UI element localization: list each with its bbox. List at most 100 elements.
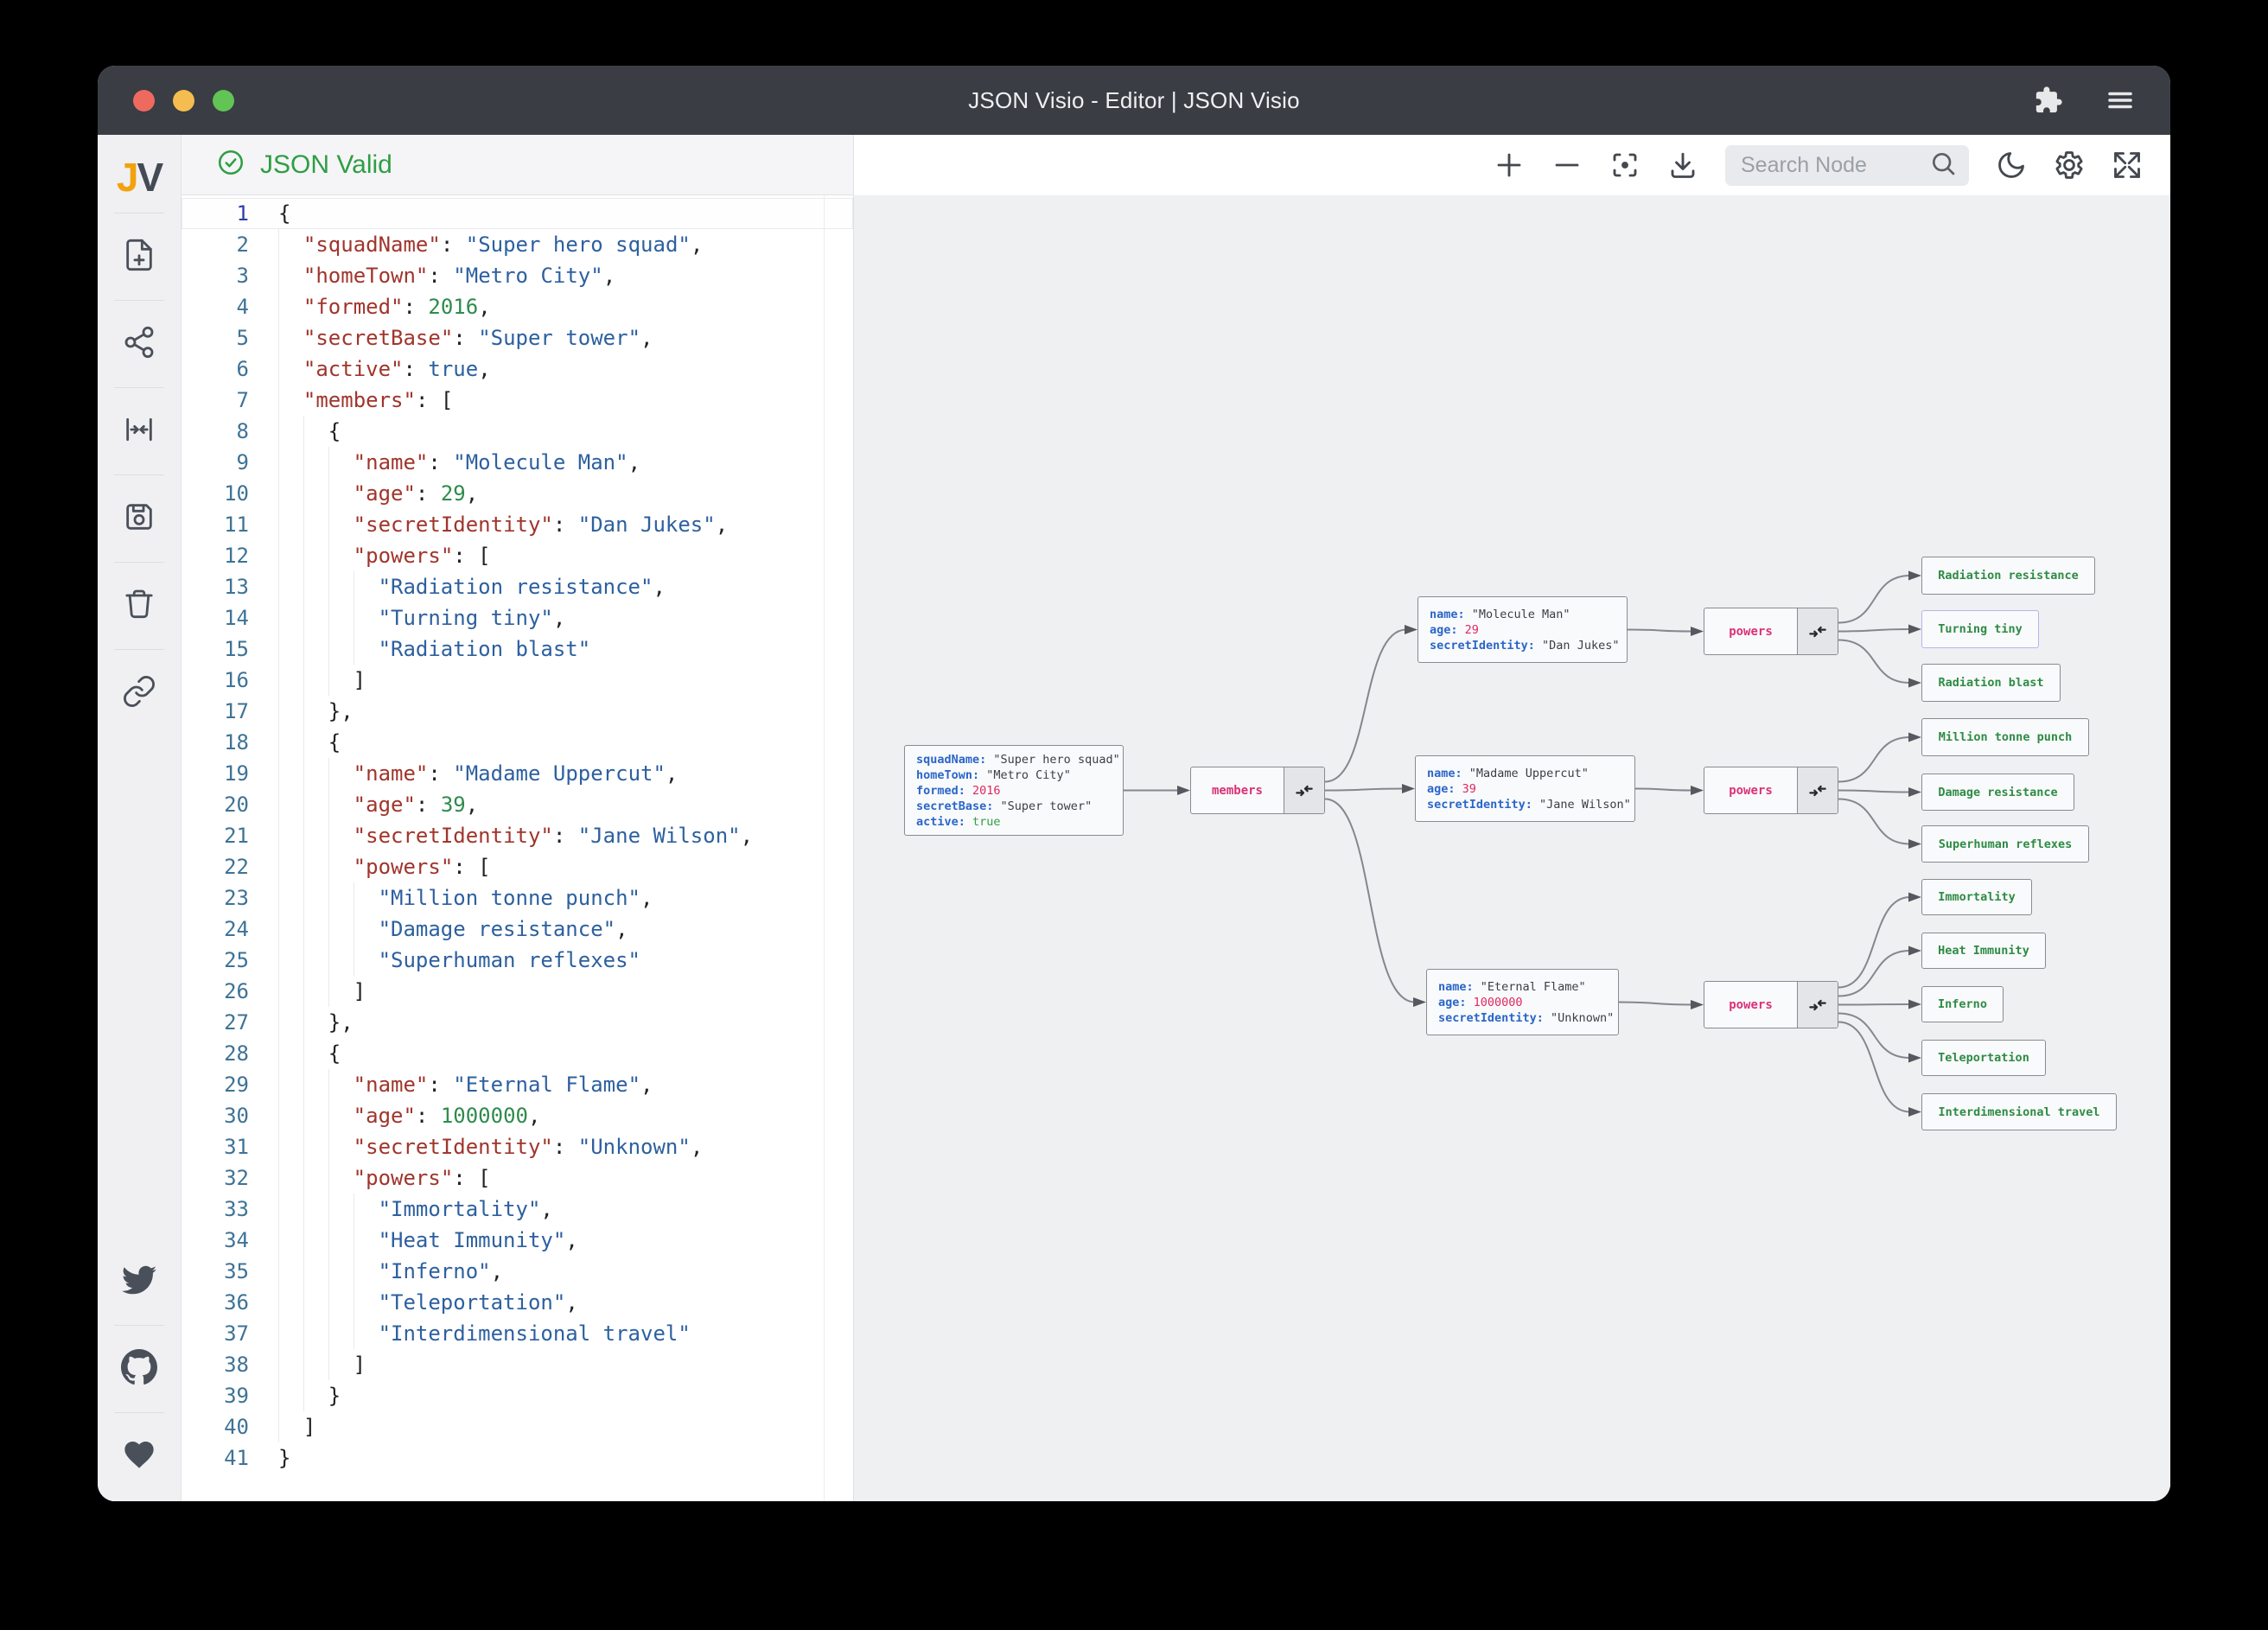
indent-guide [328,1225,354,1256]
graph-canvas[interactable]: squadName: "Super hero squad" homeTown: "… [854,195,2170,1501]
graph-node-l6[interactable]: Superhuman reflexes [1921,825,2089,863]
code-line[interactable]: 41} [182,1442,853,1474]
token-p: , [552,606,566,630]
code-line[interactable]: 29 "name": "Eternal Flame", [182,1069,853,1100]
collapse-button[interactable] [1284,767,1324,813]
token-p: ] [303,1415,316,1439]
code-line[interactable]: 16] [182,665,853,696]
graph-node-l2[interactable]: Turning tiny [1921,610,2039,648]
code-line[interactable]: 12 "powers": [ [182,540,853,571]
collapse-button[interactable] [1797,608,1838,654]
code-line[interactable]: 31 "secretIdentity": "Unknown", [182,1131,853,1162]
code-line[interactable]: 18 { [182,727,853,758]
extension-icon[interactable] [2034,86,2063,115]
code-line[interactable]: 30 "age": 1000000, [182,1100,853,1131]
search-input[interactable] [1741,152,1929,178]
graph-node-m1[interactable]: name: "Molecule Man" age: 29 secretIdentit… [1418,596,1628,663]
code-line[interactable]: 21 "secretIdentity": "Jane Wilson", [182,820,853,851]
code-line[interactable]: 20 "age": 39, [182,789,853,820]
node-key: secretIdentity: [1430,638,1535,653]
code-line[interactable]: 11 "secretIdentity": "Dan Jukes", [182,509,853,540]
code-line[interactable]: 32 "powers": [ [182,1162,853,1194]
code-line[interactable]: 35 "Inferno", [182,1256,853,1287]
line-number: 35 [224,1259,249,1283]
code-line[interactable]: 3 "homeTown": "Metro City", [182,260,853,291]
save-button[interactable] [98,487,182,550]
new-file-button[interactable] [98,226,182,288]
sponsor-button[interactable] [98,1425,182,1487]
heart-icon [122,1437,156,1476]
code-line[interactable]: 25 "Superhuman reflexes" [182,945,853,976]
menu-icon[interactable] [2105,85,2136,116]
graph-node-members[interactable]: members [1190,767,1325,814]
code-line[interactable]: 1{ [182,198,853,229]
graph-node-l11[interactable]: Interdimensional travel [1921,1093,2117,1130]
code-line[interactable]: 2 "squadName": "Super hero squad", [182,229,853,260]
copy-link-button[interactable] [98,662,182,724]
center-view-button[interactable] [98,400,182,462]
code-line[interactable]: 4 "formed": 2016, [182,291,853,322]
code-line[interactable]: 8{ [182,416,853,447]
graph-node-l9[interactable]: Inferno [1921,986,2004,1022]
code-line[interactable]: 14 "Turning tiny", [182,602,853,634]
code-line[interactable]: 40] [182,1411,853,1442]
collapse-button[interactable] [1797,767,1838,813]
code-line[interactable]: 28 { [182,1038,853,1069]
code-line[interactable]: 17}, [182,696,853,727]
dark-mode-button[interactable] [1996,150,2027,181]
collapse-button[interactable] [1797,982,1838,1028]
graph-node-l10[interactable]: Teleportation [1921,1040,2046,1076]
code-line[interactable]: 19 "name": "Madame Uppercut", [182,758,853,789]
code-line[interactable]: 38] [182,1349,853,1380]
graph-node-p3[interactable]: powers [1704,981,1838,1028]
code-line[interactable]: 23 "Million tonne punch", [182,882,853,914]
fullscreen-button[interactable] [2112,150,2143,181]
delete-button[interactable] [98,575,182,637]
node-value: "Dan Jukes" [1534,638,1620,653]
graph-node-p2[interactable]: powers [1704,767,1838,814]
code-text: { [278,416,341,447]
settings-button[interactable] [2054,150,2085,181]
code-line[interactable]: 13 "Radiation resistance", [182,571,853,602]
line-number: 37 [224,1321,249,1346]
code-line[interactable]: 7 "members": [ [182,385,853,416]
graph-node-l4[interactable]: Million tonne punch [1921,718,2089,756]
zoom-in-button[interactable] [1494,150,1525,181]
code-line[interactable]: 15 "Radiation blast" [182,634,853,665]
token-p: , [565,1228,578,1252]
code-line[interactable]: 33 "Immortality", [182,1194,853,1225]
focus-button[interactable] [1609,150,1640,181]
code-line[interactable]: 5 "secretBase": "Super tower", [182,322,853,353]
graph-node-l1[interactable]: Radiation resistance [1921,557,2095,595]
json-editor[interactable]: 1{2 "squadName": "Super hero squad", 3 "hom… [182,195,853,1501]
graph-node-p1[interactable]: powers [1704,608,1838,655]
code-line[interactable]: 37 "Interdimensional travel" [182,1318,853,1349]
app-logo[interactable]: JV [117,154,163,201]
graph-node-l8[interactable]: Heat Immunity [1921,933,2046,969]
graph-node-m3[interactable]: name: "Eternal Flame" age: 1000000 secretI… [1426,969,1619,1035]
github-button[interactable] [98,1338,182,1400]
code-line[interactable]: 9 "name": "Molecule Man", [182,447,853,478]
graph-node-l7[interactable]: Immortality [1921,879,2032,915]
code-line[interactable]: 26] [182,976,853,1007]
code-line[interactable]: 24 "Damage resistance", [182,914,853,945]
download-button[interactable] [1667,150,1698,181]
graph-node-m2[interactable]: name: "Madame Uppercut" age: 39 secretIden… [1415,755,1635,822]
code-line[interactable]: 34 "Heat Immunity", [182,1225,853,1256]
editor-scrollbar[interactable] [824,195,825,1501]
twitter-button[interactable] [98,1251,182,1313]
zoom-out-button[interactable] [1551,150,1583,181]
graph-node-l3[interactable]: Radiation blast [1921,664,2061,702]
code-line[interactable]: 39} [182,1380,853,1411]
code-line[interactable]: 36 "Teleportation", [182,1287,853,1318]
search-icon[interactable] [1929,150,1957,181]
indent-guide [353,882,379,914]
code-line[interactable]: 27}, [182,1007,853,1038]
code-line[interactable]: 6 "active": true, [182,353,853,385]
graph-node-l5[interactable]: Damage resistance [1921,774,2074,811]
code-line[interactable]: 22 "powers": [ [182,851,853,882]
indent-guide [328,882,354,914]
share-button[interactable] [98,313,182,375]
graph-node-root[interactable]: squadName: "Super hero squad" homeTown: "… [904,745,1124,836]
code-line[interactable]: 10 "age": 29, [182,478,853,509]
